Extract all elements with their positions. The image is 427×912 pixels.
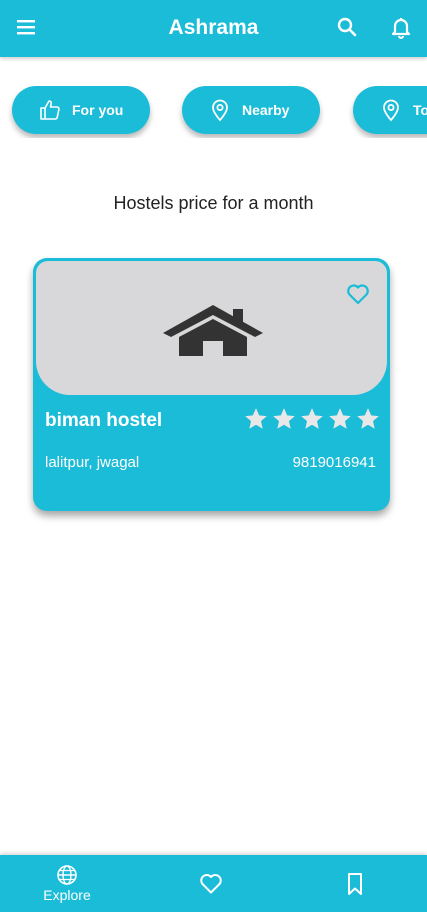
- star-icon: [357, 408, 379, 429]
- app-bar: Ashrama: [0, 0, 427, 57]
- rating-stars: [243, 406, 383, 432]
- chip-for-you[interactable]: For you: [12, 86, 150, 134]
- chip-label: Top: [413, 102, 427, 118]
- chip-nearby[interactable]: Nearby: [182, 86, 320, 134]
- nav-explore[interactable]: Explore: [36, 855, 98, 912]
- bell-icon[interactable]: [387, 14, 415, 42]
- heart-outline-icon: [200, 873, 222, 893]
- search-icon[interactable]: [334, 14, 362, 42]
- heart-outline-icon[interactable]: [346, 283, 370, 305]
- hostel-location: lalitpur, jwagal: [45, 454, 140, 471]
- app-title: Ashrama: [168, 16, 259, 39]
- bookmark-icon: [348, 872, 362, 895]
- location-pin-icon: [212, 99, 228, 122]
- star-icon: [245, 408, 267, 429]
- star-icon: [273, 408, 295, 429]
- hostel-card[interactable]: biman hostel lalitpur, jwagal 9819016941: [33, 258, 390, 511]
- bottom-nav: Explore: [0, 855, 427, 912]
- nav-saved[interactable]: [340, 855, 370, 912]
- section-title: Hostels price for a month: [113, 193, 314, 213]
- chip-top[interactable]: Top: [353, 86, 427, 134]
- chip-label: Nearby: [242, 102, 290, 118]
- thumbs-up-icon: [40, 100, 60, 120]
- hostel-phone: 9819016941: [292, 454, 376, 471]
- filter-chips: For you Nearby Top: [0, 86, 427, 138]
- chip-label: For you: [72, 102, 124, 118]
- star-icon: [301, 408, 323, 429]
- nav-favorites[interactable]: [196, 855, 226, 912]
- house-icon: [163, 305, 263, 356]
- hostel-image: [36, 261, 387, 395]
- hostel-name: biman hostel: [45, 410, 163, 431]
- star-icon: [329, 408, 351, 429]
- globe-icon: [57, 865, 77, 885]
- location-pin-icon: [383, 99, 399, 122]
- nav-explore-label: Explore: [43, 887, 91, 903]
